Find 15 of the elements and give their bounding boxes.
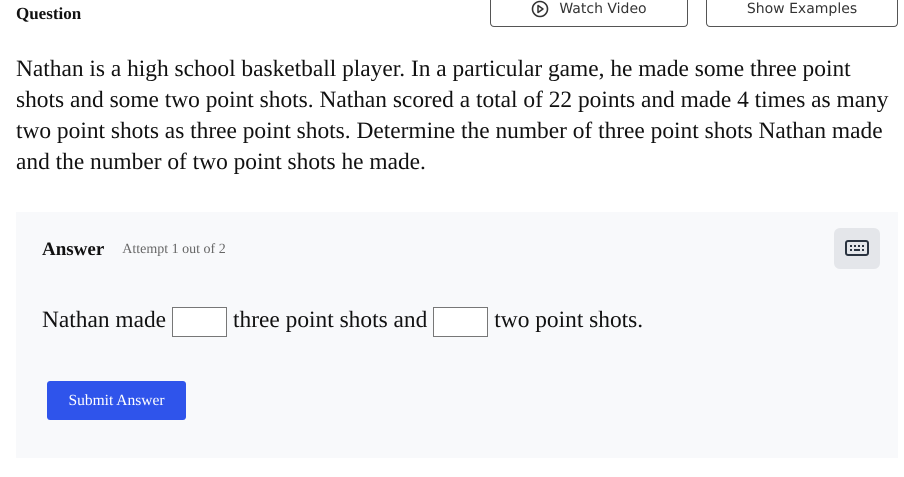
submit-button[interactable]: Submit Answer xyxy=(47,381,186,420)
answer-heading: Answer xyxy=(42,239,104,261)
answer-text: Nathan made xyxy=(42,306,166,334)
answer-box[interactable] xyxy=(172,307,228,337)
question-text: Nathan is a high school basketball player. In a particular game, he made some three point shots and some two point shots. Nathan scored a total of 22 points and made 4 times as many two point shots as three point shots. Determine the number of three point shots Nathan made and the number of two point shots he made. xyxy=(16,55,890,177)
keyboard-button[interactable] xyxy=(834,228,880,268)
watch-video-button[interactable]: Watch Video xyxy=(490,0,688,26)
answer-text: two point shots. xyxy=(494,306,644,334)
show-examples-button[interactable]: Show Examples xyxy=(706,0,898,26)
attempt-counter: Attempt 1 out of 2 xyxy=(122,242,227,258)
play-icon xyxy=(531,0,550,18)
keyboard-icon xyxy=(845,240,869,256)
answer-text: three point shots and xyxy=(233,306,428,334)
question-heading: Question xyxy=(16,4,82,24)
answer-box[interactable] xyxy=(433,307,488,337)
